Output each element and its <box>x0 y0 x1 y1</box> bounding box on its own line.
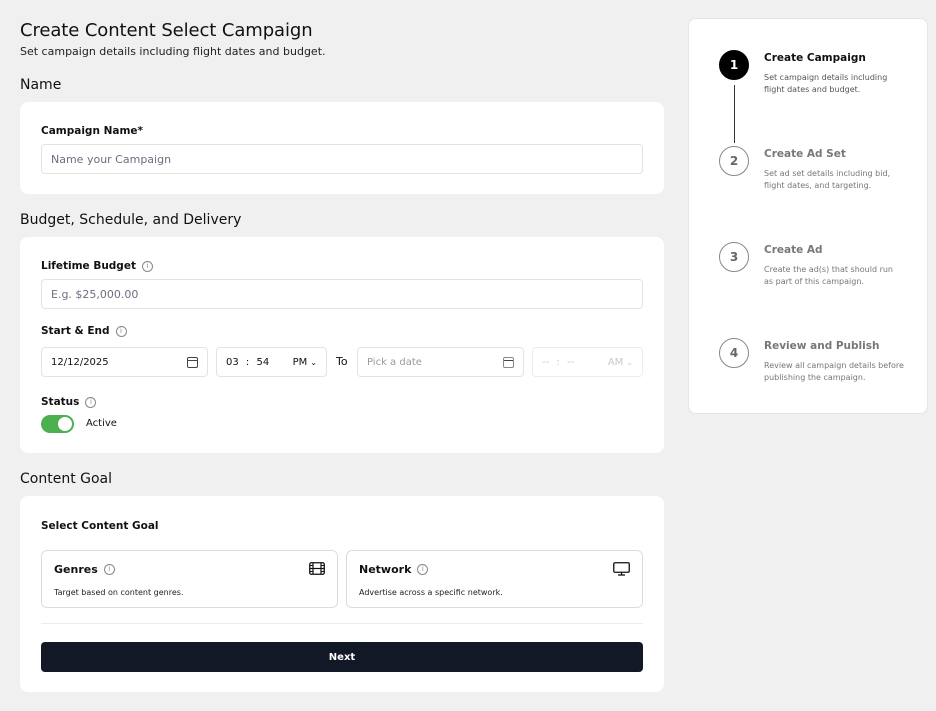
status-value: Active <box>86 418 117 429</box>
chevron-down-icon: ⌄ <box>310 357 317 367</box>
campaign-name-input[interactable]: Name your Campaign <box>41 144 643 174</box>
step-title: Review and Publish <box>764 340 880 352</box>
start-date-value: 12/12/2025 <box>51 356 109 368</box>
info-icon[interactable]: i <box>417 564 429 575</box>
goal-genres-title: Genres <box>54 563 98 576</box>
lifetime-budget-label-text: Lifetime Budget <box>41 260 136 272</box>
to-label: To <box>336 355 348 368</box>
lifetime-budget-placeholder: E.g. $25,000.00 <box>51 287 139 301</box>
start-date-input[interactable]: 12/12/2025 <box>41 347 208 377</box>
start-ampm-value: PM <box>292 356 308 368</box>
page: Create Content Select Campaign Set campa… <box>0 0 936 711</box>
start-minute[interactable]: 54 <box>256 357 269 368</box>
step-title: Create Ad <box>764 244 823 256</box>
section-title-content-goal: Content Goal <box>20 471 113 487</box>
start-hour[interactable]: 03 <box>226 357 239 368</box>
goal-option-genres[interactable]: Genres i Target based on content genres. <box>41 550 338 608</box>
select-content-goal-text: Select Content Goal <box>41 520 159 532</box>
lifetime-budget-label: Lifetime Budget i <box>41 260 153 272</box>
monitor-icon <box>613 562 630 576</box>
step-number: 2 <box>719 146 749 176</box>
lifetime-budget-input[interactable]: E.g. $25,000.00 <box>41 279 643 309</box>
end-ampm-value: AM <box>607 356 624 368</box>
step-number: 4 <box>719 338 749 368</box>
time-separator: : <box>556 356 560 368</box>
select-content-goal-label: Select Content Goal <box>41 520 159 532</box>
next-button[interactable]: Next <box>41 642 643 672</box>
end-date-input[interactable]: Pick a date <box>357 347 524 377</box>
page-subtitle: Set campaign details including flight da… <box>20 45 326 58</box>
time-separator: : <box>245 356 250 368</box>
campaign-name-label: Campaign Name* <box>41 125 143 137</box>
goal-genres-desc: Target based on content genres. <box>54 588 184 597</box>
section-title-budget: Budget, Schedule, and Delivery <box>20 212 242 228</box>
goal-option-network[interactable]: Network i Advertise across a specific ne… <box>346 550 643 608</box>
step-desc: Set ad set details including bid, flight… <box>764 169 891 190</box>
status-toggle[interactable] <box>41 415 74 433</box>
start-ampm-select[interactable]: PM ⌄ <box>293 357 317 368</box>
start-time-input[interactable]: 03 : 54 PM ⌄ <box>216 347 327 377</box>
info-icon[interactable]: i <box>115 325 127 337</box>
campaign-name-placeholder: Name your Campaign <box>51 152 172 166</box>
goal-option-title: Genres i <box>54 563 115 576</box>
status-label: Status i <box>41 396 97 408</box>
start-time-hm: 03 : 54 <box>226 357 269 368</box>
campaign-name-label-text: Campaign Name* <box>41 125 144 137</box>
section-title-name: Name <box>20 77 62 93</box>
end-minute[interactable]: -- <box>567 357 574 368</box>
calendar-icon[interactable] <box>503 356 514 368</box>
goal-option-title: Network i <box>359 563 429 576</box>
goal-network-desc: Advertise across a specific network. <box>359 588 503 597</box>
end-time-hm: -- : -- <box>542 357 574 368</box>
step-desc: Set campaign details including flight da… <box>764 73 888 94</box>
step-connector-line <box>734 85 735 143</box>
progress-stepper: 1 Create Campaign Set campaign details i… <box>688 18 928 414</box>
end-date-placeholder: Pick a date <box>367 356 422 368</box>
budget-card: Lifetime Budget i E.g. $25,000.00 Start … <box>20 237 664 453</box>
calendar-icon[interactable] <box>187 356 198 368</box>
step-number: 1 <box>719 50 749 80</box>
name-card: Campaign Name* Name your Campaign <box>20 102 664 194</box>
toggle-knob <box>58 417 72 431</box>
step-desc: Review all campaign details before publi… <box>764 361 904 382</box>
start-end-label-text: Start & End <box>41 325 110 337</box>
page-header: Create Content Select Campaign Set campa… <box>20 20 664 59</box>
end-hour[interactable]: -- <box>542 357 549 368</box>
content-goal-card: Select Content Goal Genres i Target base… <box>20 496 664 692</box>
film-icon <box>309 562 325 575</box>
step-title: Create Ad Set <box>764 148 846 160</box>
goal-network-title: Network <box>359 563 412 576</box>
end-ampm-select[interactable]: AM ⌄ <box>608 357 633 368</box>
chevron-down-icon: ⌄ <box>626 357 633 367</box>
step-number: 3 <box>719 242 749 272</box>
start-end-label: Start & End i <box>41 325 127 337</box>
status-label-text: Status <box>41 396 80 408</box>
page-title: Create Content Select Campaign <box>20 20 313 41</box>
end-time-input[interactable]: -- : -- AM ⌄ <box>532 347 643 377</box>
info-icon[interactable]: i <box>141 260 153 272</box>
step-title: Create Campaign <box>764 52 866 64</box>
info-icon[interactable]: i <box>103 564 115 575</box>
info-icon[interactable]: i <box>85 396 97 408</box>
divider <box>41 623 643 624</box>
step-desc: Create the ad(s) that should run as part… <box>764 265 893 286</box>
